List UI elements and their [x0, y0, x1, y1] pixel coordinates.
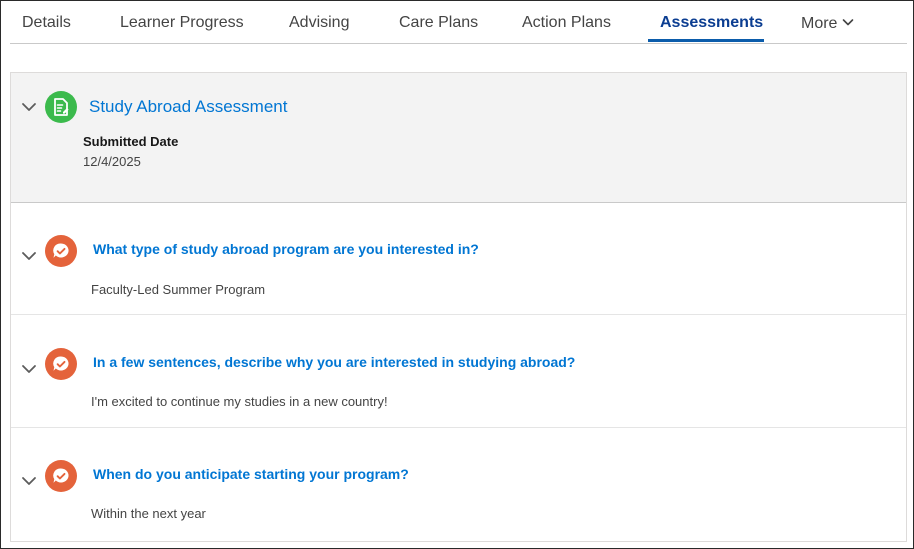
collapse-chevron-icon[interactable] [21, 361, 37, 377]
answer-text: I'm excited to continue my studies in a … [91, 394, 388, 409]
collapse-chevron-icon[interactable] [21, 473, 37, 489]
app-frame: Details Learner Progress Advising Care P… [0, 0, 914, 549]
collapse-chevron-icon[interactable] [21, 248, 37, 264]
question-text[interactable]: In a few sentences, describe why you are… [93, 354, 575, 370]
question-row: When do you anticipate starting your pro… [11, 428, 906, 540]
tab-bar: Details Learner Progress Advising Care P… [10, 1, 907, 44]
tab-action-plans[interactable]: Action Plans [522, 14, 611, 32]
tab-care-plans[interactable]: Care Plans [399, 14, 478, 32]
answer-text: Within the next year [91, 506, 206, 521]
question-check-icon [45, 460, 77, 492]
tab-assessments[interactable]: Assessments [660, 14, 763, 32]
question-check-icon [45, 235, 77, 267]
tab-details[interactable]: Details [22, 14, 71, 32]
tab-learner-progress[interactable]: Learner Progress [120, 14, 244, 32]
collapse-chevron-icon[interactable] [21, 99, 37, 115]
assessment-header: Study Abroad Assessment Submitted Date 1… [11, 73, 906, 203]
answer-text: Faculty-Led Summer Program [91, 282, 266, 297]
tab-more-label: More [801, 15, 838, 32]
tab-more[interactable]: More [801, 15, 854, 33]
chevron-down-icon [843, 19, 854, 26]
question-row: In a few sentences, describe why you are… [11, 316, 906, 428]
question-text[interactable]: What type of study abroad program are yo… [93, 241, 479, 257]
question-check-icon [45, 348, 77, 380]
assessment-title-link[interactable]: Study Abroad Assessment [89, 97, 287, 117]
question-row: What type of study abroad program are yo… [11, 203, 906, 315]
question-text[interactable]: When do you anticipate starting your pro… [93, 466, 409, 482]
active-tab-indicator [648, 39, 764, 42]
assessment-document-icon [45, 91, 77, 123]
tab-advising[interactable]: Advising [289, 14, 349, 32]
assessment-card: Study Abroad Assessment Submitted Date 1… [10, 72, 907, 542]
submitted-date-label: Submitted Date [83, 134, 179, 149]
submitted-date-value: 12/4/2025 [83, 154, 141, 169]
